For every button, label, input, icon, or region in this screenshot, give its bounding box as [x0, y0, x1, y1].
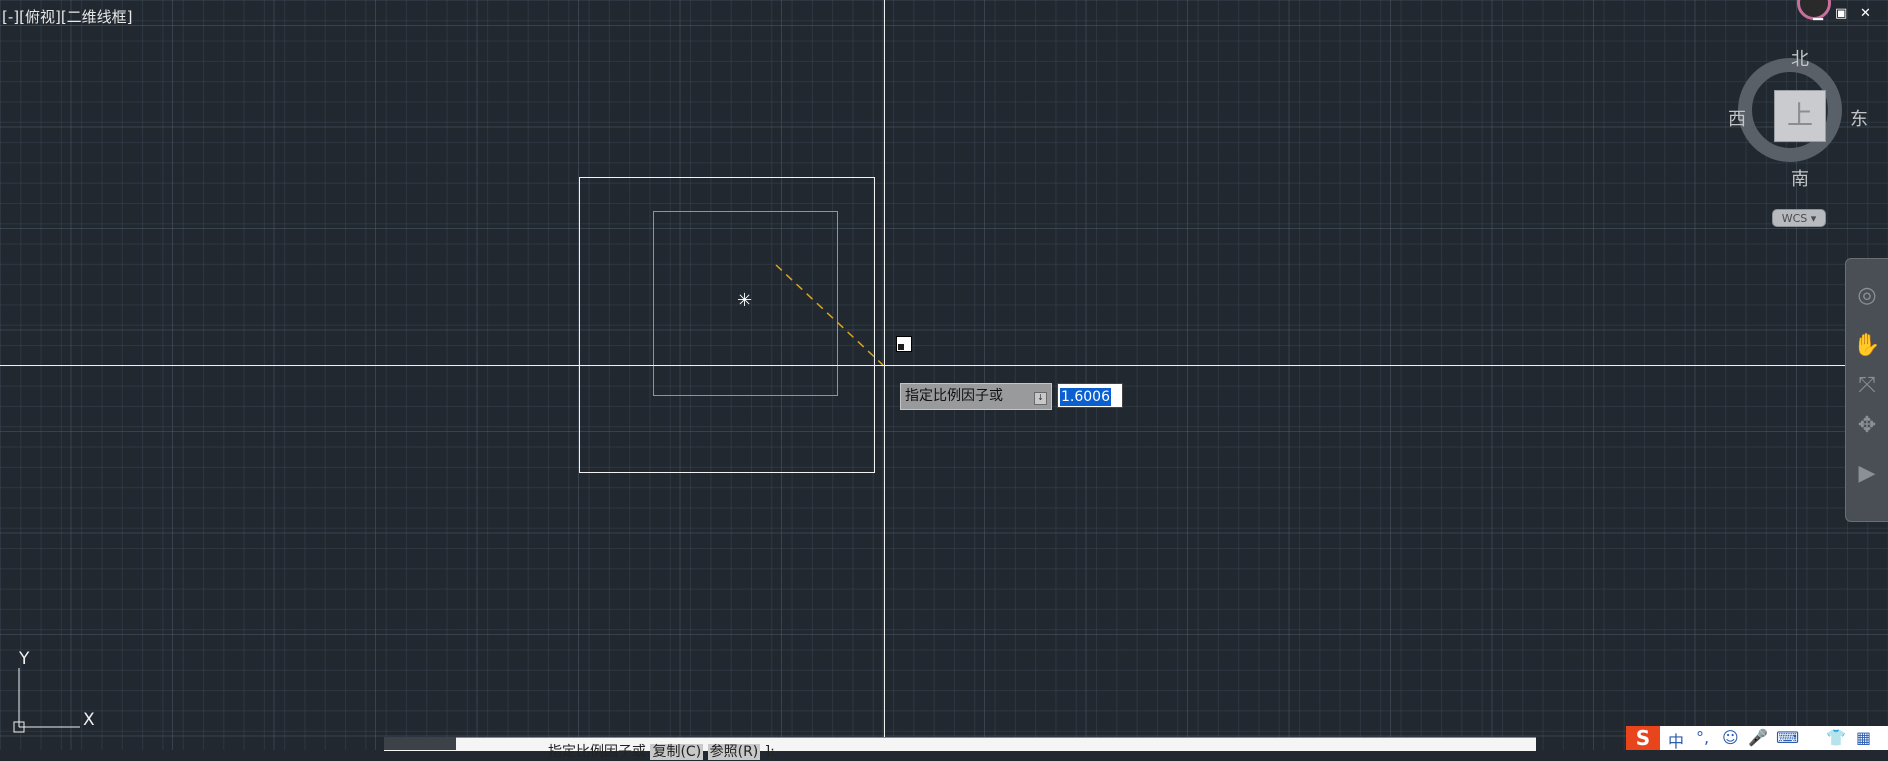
viewcube[interactable]: 上 北 南 西 东: [1720, 40, 1880, 200]
crosshair-horizontal: [0, 365, 1888, 366]
arrow-down-icon[interactable]: ↓: [1034, 392, 1047, 405]
compass-east[interactable]: 东: [1850, 105, 1868, 131]
steering-wheel-icon[interactable]: ◎: [1853, 281, 1881, 311]
pan-hand-icon[interactable]: ✋: [1853, 331, 1881, 361]
zoom-extents-icon[interactable]: ⤧: [1853, 371, 1881, 401]
command-prompt: 指定比例因子或: [548, 744, 646, 760]
keyboard-icon[interactable]: ⌨: [1776, 728, 1799, 747]
scale-rubber-band-line: [775, 264, 884, 366]
cursor-grip-icon: [896, 336, 912, 352]
scale-factor-input[interactable]: 1.6006: [1057, 383, 1123, 408]
sogou-logo-icon[interactable]: S: [1626, 726, 1660, 750]
compass-south[interactable]: 南: [1791, 165, 1809, 191]
ucs-y-label: Y: [19, 649, 30, 669]
command-suffix: ]:: [764, 744, 775, 760]
option-copy[interactable]: 复制(C): [650, 744, 704, 760]
navigation-bar: ◎ ✋ ⤧ ✥ ▶: [1845, 258, 1888, 522]
ime-toolbar: S 中 °, ☺ 🎤 ⌨ 👕 ▦: [1626, 726, 1888, 752]
compass-west[interactable]: 西: [1728, 105, 1746, 131]
minimize-icon[interactable]: ▁: [1813, 6, 1823, 21]
orbit-icon[interactable]: ✥: [1853, 411, 1881, 441]
crosshair-vertical: [884, 0, 885, 750]
ucs-x-label: X: [83, 710, 95, 730]
scale-factor-value[interactable]: 1.6006: [1060, 388, 1111, 406]
dynamic-input-prompt-text: 指定比例因子或: [905, 388, 1003, 404]
skin-icon[interactable]: 👕: [1826, 728, 1846, 747]
compass-north[interactable]: 北: [1791, 45, 1809, 71]
command-line-handle[interactable]: [384, 737, 456, 750]
option-reference[interactable]: 参照(R): [707, 744, 761, 760]
showmotion-icon[interactable]: ▶: [1853, 459, 1881, 489]
ime-mode-toggle[interactable]: 中: [1668, 728, 1684, 752]
ucs-axes: [13, 668, 80, 733]
toolbox-icon[interactable]: ▦: [1856, 728, 1871, 747]
wcs-menu-button[interactable]: WCS ▾: [1772, 209, 1826, 227]
microphone-icon[interactable]: 🎤: [1748, 728, 1768, 747]
dynamic-input-prompt: 指定比例因子或 ↓: [900, 383, 1052, 410]
maximize-icon[interactable]: ▣: [1835, 6, 1847, 21]
close-icon[interactable]: ✕: [1860, 6, 1871, 21]
emoji-icon[interactable]: ☺: [1722, 728, 1739, 747]
viewcube-top-face[interactable]: 上: [1774, 90, 1826, 142]
command-line-text: 指定比例因子或 复制(C) 参照(R) ]:: [548, 741, 775, 761]
ucs-icon: Y X: [0, 640, 100, 750]
punctuation-icon[interactable]: °,: [1696, 728, 1709, 747]
